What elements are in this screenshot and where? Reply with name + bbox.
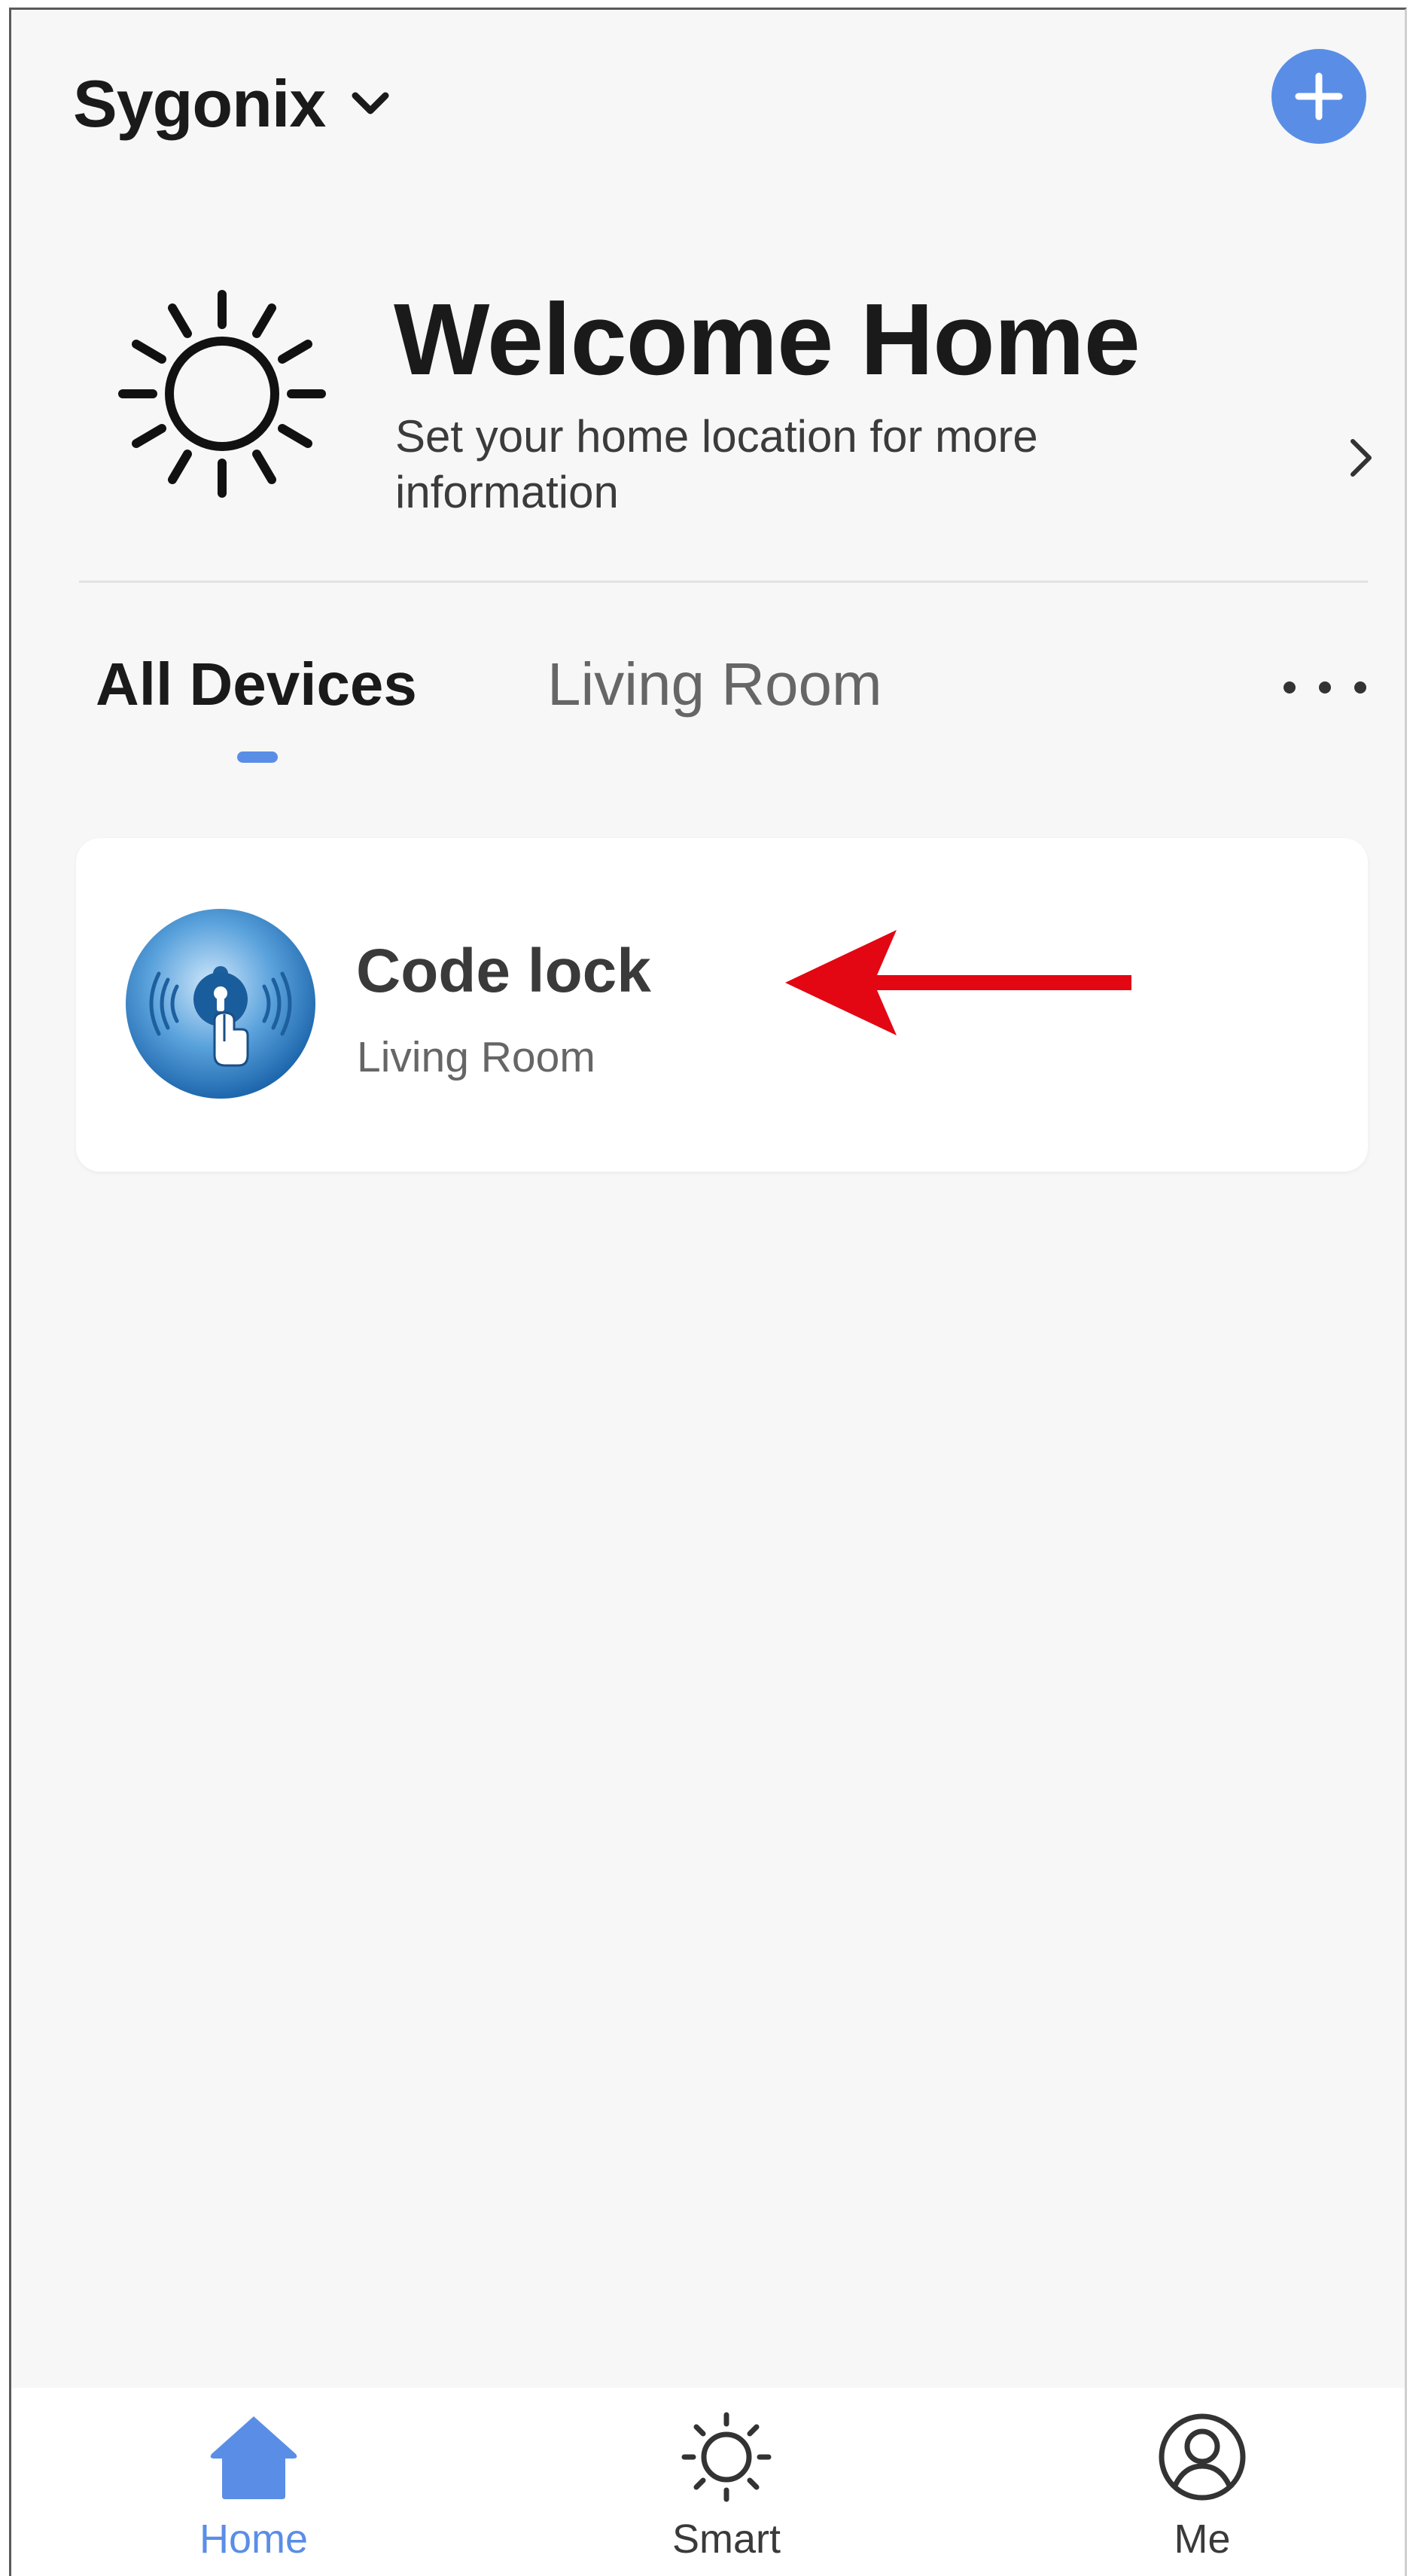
home-switcher[interactable]: Sygonix: [73, 59, 393, 149]
dot: [1284, 681, 1296, 694]
tab-living-room[interactable]: Living Room: [547, 650, 882, 719]
user-circle-icon: [1159, 2413, 1246, 2501]
active-tab-indicator: [237, 751, 278, 763]
sun-icon: [118, 290, 326, 498]
red-arrow-icon: [785, 930, 1131, 1035]
welcome-banner[interactable]: Welcome Home Set your home location for …: [79, 266, 1381, 537]
more-dots-icon[interactable]: [1284, 665, 1366, 710]
plus-icon: [1295, 72, 1343, 120]
home-name: Sygonix: [73, 66, 326, 141]
dot: [1354, 681, 1366, 694]
bottom-navigation: Home Smart Me: [11, 2388, 1405, 2576]
tab-all-devices[interactable]: All Devices: [96, 650, 417, 719]
nav-smart[interactable]: Smart: [614, 2388, 839, 2576]
dot: [1319, 681, 1331, 694]
device-name: Code lock: [356, 937, 651, 1005]
device-card[interactable]: Code lock Living Room: [76, 838, 1368, 1172]
nav-home[interactable]: Home: [141, 2388, 367, 2576]
code-lock-icon: [126, 909, 315, 1099]
nav-me-label: Me: [1174, 2517, 1231, 2562]
chevron-right-icon: [1351, 439, 1372, 477]
device-room: Living Room: [357, 1033, 595, 1081]
welcome-subtitle: Set your home location for more informat…: [395, 411, 1038, 517]
divider: [79, 581, 1368, 583]
sun-outline-icon: [681, 2412, 772, 2502]
app-screen: Sygonix Welcome Home Set your home locat…: [9, 8, 1407, 2576]
nav-smart-label: Smart: [671, 2517, 781, 2562]
add-device-button[interactable]: [1271, 49, 1366, 144]
home-icon: [210, 2416, 297, 2499]
welcome-title: Welcome Home: [394, 282, 1140, 396]
chevron-down-icon: [348, 81, 393, 127]
nav-home-label: Home: [199, 2517, 309, 2562]
nav-me[interactable]: Me: [1089, 2388, 1315, 2576]
